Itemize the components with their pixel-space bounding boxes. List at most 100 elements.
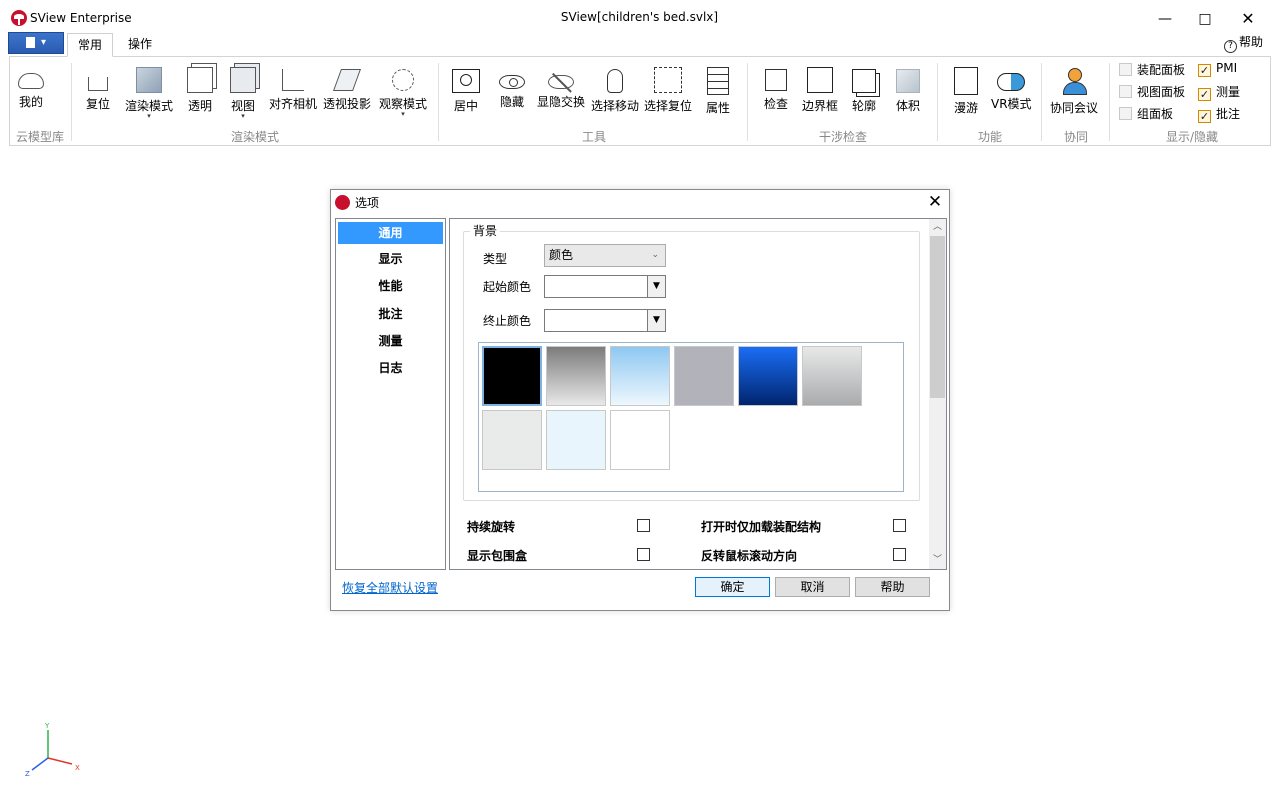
scroll-down-icon[interactable]: ﹀ [929,552,946,569]
options-scrollbar[interactable]: ︿ ﹀ [929,219,946,569]
measure-checkbox[interactable]: ✓ 测量 [1198,83,1240,101]
nav-item-measure[interactable]: 测量 [338,330,443,352]
outline-button[interactable]: 轮廓 [852,63,876,114]
swatch-light-blue[interactable] [546,410,606,470]
show-bbox-label: 显示包围盒 [467,549,528,563]
cancel-button[interactable]: 取消 [775,577,850,597]
show-bbox-checkbox[interactable] [637,548,650,561]
chevron-down-icon: ⌄ [651,250,659,260]
bounding-box-icon [807,67,833,93]
property-label: 属性 [706,101,731,115]
checkbox-box [1119,85,1132,98]
check-icon [765,69,787,91]
align-camera-icon [282,69,304,91]
end-color-label: 终止颜色 [483,314,532,328]
view-panel-label: 视图面板 [1137,85,1186,99]
options-nav: 通用 显示 性能 批注 测量 日志 [335,218,446,570]
checkmark-icon: ✓ [1198,110,1211,123]
scrollbar-thumb[interactable] [930,236,945,398]
tab-operations[interactable]: 操作 [118,33,162,57]
swatch-blue-gradient[interactable] [738,346,798,406]
align-camera-button[interactable]: 对齐相机 [269,63,317,112]
view-panel-checkbox[interactable]: 视图面板 [1119,83,1185,100]
volume-button[interactable]: 体积 [896,63,920,114]
swatch-black[interactable] [482,346,542,406]
observe-mode-button[interactable]: 观察模式 ▾ [379,63,427,118]
chevron-down-icon: ▾ [40,37,47,48]
invert-wheel-checkbox[interactable] [893,548,906,561]
reset-button[interactable]: 复位 [86,63,110,112]
render-mode-label: 渲染模式 [125,99,174,113]
help-link[interactable]: ? 帮助 [1224,33,1264,53]
mine-button[interactable]: 我的 [18,63,44,110]
tab-common[interactable]: 常用 [67,33,114,57]
swatch-light-gray[interactable] [482,410,542,470]
help-label: 帮助 [1239,35,1264,49]
group-label-showhide: 显示/隐藏 [1165,130,1219,144]
perspective-button[interactable]: 透视投影 [323,63,371,112]
reset-label: 复位 [86,97,111,111]
swatch-sky-gradient[interactable] [610,346,670,406]
group-panel-checkbox[interactable]: 组面板 [1119,105,1173,122]
check-button[interactable]: 检查 [764,63,788,112]
type-select[interactable]: 颜色 ⌄ [544,244,666,267]
meeting-button[interactable]: 协同会议 [1050,63,1098,116]
property-button[interactable]: 属性 [706,63,730,116]
dialog-title: 选项 [355,196,380,210]
ribbon-separator [438,63,439,141]
dropdown-arrow-icon[interactable]: ▼ [647,276,665,297]
dropdown-arrow-icon[interactable]: ▼ [647,310,665,331]
swap-hide-button[interactable]: 显隐交换 [537,63,585,110]
restore-defaults-link[interactable]: 恢复全部默认设置 [342,579,438,596]
nav-item-general[interactable]: 通用 [338,222,443,244]
vr-mode-button[interactable]: VR模式 [991,63,1032,112]
pmi-checkbox[interactable]: ✓ PMI [1198,61,1237,77]
center-button[interactable]: 居中 [452,63,480,114]
walk-label: 漫游 [954,101,979,115]
nav-item-log[interactable]: 日志 [338,357,443,379]
render-mode-button[interactable]: 渲染模式 ▾ [125,63,174,120]
swatch-white[interactable] [610,410,670,470]
continuous-rotate-label: 持续旋转 [467,520,516,534]
assembly-panel-checkbox[interactable]: 装配面板 [1119,61,1185,78]
maximize-button[interactable]: □ [1190,8,1220,30]
close-window-button[interactable]: ✕ [1233,8,1263,30]
group-label-render: 渲染模式 [230,130,279,144]
swatch-gray-gradient[interactable] [546,346,606,406]
minimize-button[interactable]: — [1150,8,1180,30]
walk-icon [954,67,978,95]
bbox-button[interactable]: 边界框 [802,63,838,114]
close-icon[interactable]: ✕ [924,191,946,213]
walk-button[interactable]: 漫游 [954,63,978,116]
zoom-fit-icon [452,69,480,93]
view-label: 视图 [230,99,255,113]
swap-hide-label: 显隐交换 [537,95,586,109]
nav-item-annotation[interactable]: 批注 [338,303,443,325]
transparent-button[interactable]: 透明 [187,63,213,114]
select-reset-button[interactable]: 选择复位 [644,63,692,114]
nav-item-display[interactable]: 显示 [338,248,443,270]
eye-icon [499,75,525,89]
annotation-checkbox[interactable]: ✓ 批注 [1198,105,1240,123]
end-color-picker[interactable]: ▼ [544,309,666,332]
assembly-panel-label: 装配面板 [1137,63,1186,77]
outline-icon [852,69,876,93]
swatch-silver-gradient[interactable] [802,346,862,406]
view-button[interactable]: 视图 ▾ [230,63,256,120]
scroll-up-icon[interactable]: ︿ [929,219,946,236]
swatch-gray[interactable] [674,346,734,406]
nav-item-performance[interactable]: 性能 [338,275,443,297]
file-menu-button[interactable]: ▾ [8,32,64,54]
hide-button[interactable]: 隐藏 [499,63,525,110]
wire-cube-icon [187,67,213,93]
cloud-icon [18,73,44,89]
meeting-label: 协同会议 [1050,101,1099,115]
ok-button[interactable]: 确定 [695,577,770,597]
start-color-picker[interactable]: ▼ [544,275,666,298]
help-button[interactable]: 帮助 [855,577,930,597]
checkbox-box [1119,63,1132,76]
continuous-rotate-checkbox[interactable] [637,519,650,532]
transparent-label: 透明 [187,99,212,113]
select-move-button[interactable]: 选择移动 [591,63,639,114]
load-assembly-checkbox[interactable] [893,519,906,532]
